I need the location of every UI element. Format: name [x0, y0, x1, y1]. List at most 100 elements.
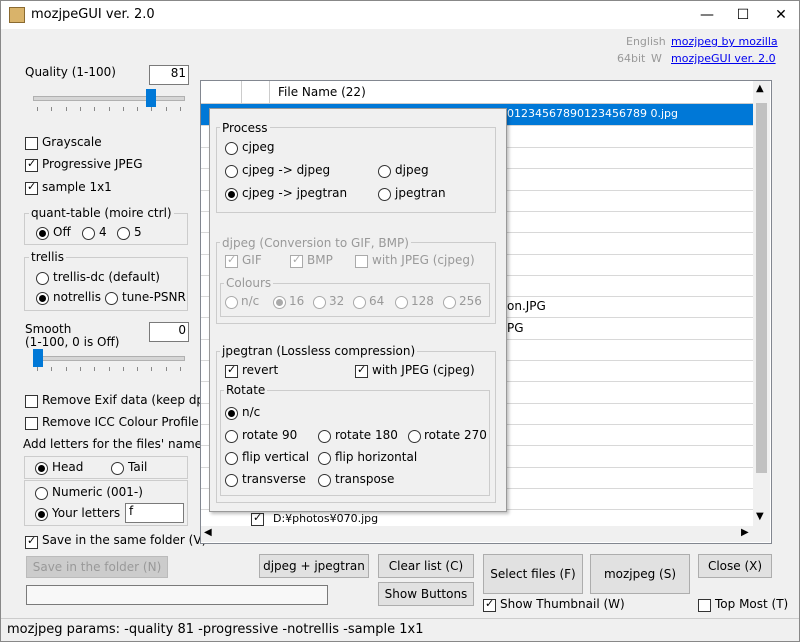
vertical-scrollbar[interactable]: ▲ ▼: [753, 81, 770, 526]
quant-4-radio[interactable]: [82, 227, 95, 240]
app-icon: [9, 7, 25, 23]
cjpeg-jpegtran-label: cjpeg -> jpegtran: [242, 186, 348, 200]
colours-16-radio[interactable]: [273, 296, 286, 309]
column-header-filename[interactable]: File Name (22): [278, 85, 366, 99]
rotate-180-radio[interactable]: [318, 430, 331, 443]
maximize-button[interactable]: ☐: [725, 1, 761, 29]
jpegtran-with-jpeg-checkbox[interactable]: [355, 363, 368, 378]
your-letters-input[interactable]: f: [125, 503, 184, 523]
process-title: Process: [220, 121, 270, 135]
progressive-checkbox[interactable]: [25, 157, 38, 172]
grayscale-checkbox[interactable]: [25, 137, 38, 150]
colours-32-radio[interactable]: [313, 296, 326, 309]
djpeg-with-jpeg-checkbox[interactable]: [355, 255, 368, 268]
remove-exif-checkbox[interactable]: [25, 395, 38, 408]
top-most-label: Top Most (T): [715, 597, 789, 611]
trellis-dc-radio[interactable]: [36, 272, 49, 285]
transpose-label: transpose: [335, 472, 395, 486]
mozjpeg-link[interactable]: mozjpeg by mozilla: [671, 35, 778, 48]
djpeg-jpegtran-button[interactable]: djpeg + jpegtran: [259, 554, 369, 578]
revert-checkbox[interactable]: [225, 363, 238, 378]
cjpeg-jpegtran-radio[interactable]: [225, 188, 238, 201]
cjpeg-radio[interactable]: [225, 142, 238, 155]
remove-icc-checkbox[interactable]: [25, 417, 38, 430]
slider-tick: [94, 107, 96, 111]
top-most-checkbox[interactable]: [698, 599, 711, 612]
selected-row-filename: 01234567890123456789 0.jpg: [507, 107, 678, 120]
colours-256-radio[interactable]: [443, 296, 456, 309]
quality-input[interactable]: 81: [149, 65, 189, 85]
horizontal-scrollbar[interactable]: ◀ ▶: [201, 526, 770, 542]
scroll-down-icon[interactable]: ▼: [756, 511, 764, 522]
slider-tick: [122, 107, 124, 111]
slider-tick: [51, 367, 53, 371]
flip-vertical-radio[interactable]: [225, 452, 238, 465]
colours-nc-radio[interactable]: [225, 296, 238, 309]
flip-horizontal-radio[interactable]: [318, 452, 331, 465]
save-in-folder-button[interactable]: Save in the folder (N): [26, 556, 168, 578]
row-checkbox[interactable]: [251, 511, 264, 526]
column-header-check[interactable]: [201, 81, 242, 103]
quant-5-radio[interactable]: [117, 227, 130, 240]
sample-label: sample 1x1: [42, 180, 112, 194]
column-header-thumb[interactable]: [241, 81, 270, 103]
quant-4-label: 4: [99, 225, 107, 239]
close-button[interactable]: Close (X): [698, 554, 772, 578]
slider-tick: [108, 367, 110, 371]
colours-64-radio[interactable]: [353, 296, 366, 309]
mozjpeg-button[interactable]: mozjpeg (S): [590, 554, 690, 594]
slider-tick: [151, 367, 153, 371]
rotate-180-label: rotate 180: [335, 428, 398, 442]
your-letters-radio[interactable]: [35, 508, 48, 521]
transpose-radio[interactable]: [318, 474, 331, 487]
rotate-270-radio[interactable]: [408, 430, 421, 443]
smooth-label: Smooth: [25, 322, 72, 336]
quant-off-radio[interactable]: [36, 227, 49, 240]
colours-256-label: 256: [459, 294, 482, 308]
smooth-input[interactable]: 0: [149, 322, 189, 342]
remove-exif-label: Remove Exif data (keep dpi): [42, 393, 213, 407]
gif-checkbox[interactable]: [225, 253, 238, 268]
rotate-nc-radio[interactable]: [225, 407, 238, 420]
scroll-left-icon[interactable]: ◀: [204, 527, 212, 538]
slider-tick: [122, 367, 124, 371]
quality-slider-track[interactable]: [33, 96, 185, 101]
cjpeg-djpeg-radio[interactable]: [225, 165, 238, 178]
notrellis-radio[interactable]: [36, 292, 49, 305]
scroll-right-icon[interactable]: ▶: [741, 527, 749, 538]
colours-128-radio[interactable]: [395, 296, 408, 309]
rotate-90-label: rotate 90: [242, 428, 298, 442]
smooth-slider-thumb[interactable]: [33, 349, 43, 367]
show-buttons-button[interactable]: Show Buttons: [378, 582, 474, 606]
clear-list-button[interactable]: Clear list (C): [378, 554, 474, 578]
minimize-button[interactable]: —: [689, 1, 725, 29]
sample-checkbox[interactable]: [25, 180, 38, 195]
djpeg-radio[interactable]: [378, 165, 391, 178]
trellis-dc-label: trellis-dc (default): [53, 270, 160, 284]
tail-label: Tail: [128, 460, 148, 474]
head-radio[interactable]: [35, 462, 48, 475]
language-label[interactable]: English: [626, 35, 666, 48]
jpegtran-radio[interactable]: [378, 188, 391, 201]
save-same-folder-checkbox[interactable]: [25, 534, 38, 549]
close-window-button[interactable]: ✕: [763, 1, 799, 29]
row-pg-filename: PG: [507, 321, 524, 335]
quality-slider-thumb[interactable]: [146, 89, 157, 107]
slider-tick: [108, 107, 110, 111]
scroll-up-icon[interactable]: ▲: [756, 83, 764, 94]
smooth-slider-track[interactable]: [33, 356, 185, 361]
numeric-radio[interactable]: [35, 487, 48, 500]
select-files-button[interactable]: Select files (F): [483, 554, 583, 594]
row-jpg-filename: on.JPG: [507, 299, 546, 313]
vertical-scroll-thumb[interactable]: [756, 103, 767, 473]
show-thumbnail-checkbox[interactable]: [483, 597, 496, 612]
gif-label: GIF: [242, 253, 262, 267]
bmp-checkbox[interactable]: [290, 253, 303, 268]
gui-version-link[interactable]: mozjpeGUI ver. 2.0: [671, 52, 776, 65]
transverse-radio[interactable]: [225, 474, 238, 487]
rotate-90-radio[interactable]: [225, 430, 238, 443]
transverse-label: transverse: [242, 472, 306, 486]
grayscale-label: Grayscale: [42, 135, 102, 149]
tail-radio[interactable]: [111, 462, 124, 475]
tune-psnr-radio[interactable]: [105, 292, 118, 305]
